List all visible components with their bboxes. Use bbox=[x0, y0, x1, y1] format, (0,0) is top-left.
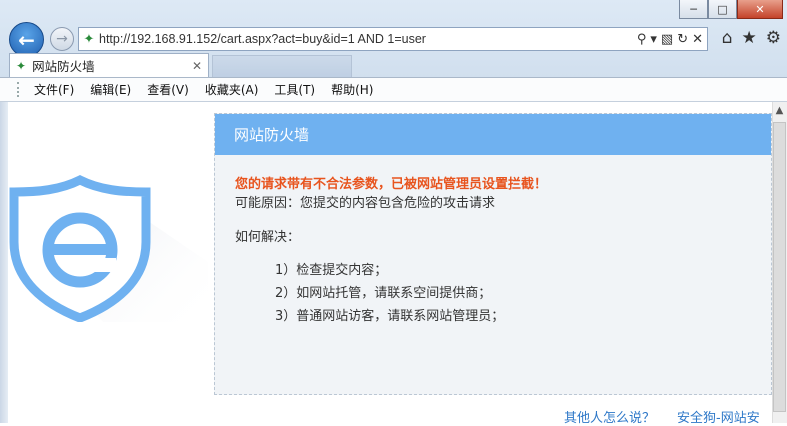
refresh-icon[interactable]: ↻ bbox=[677, 32, 688, 47]
favorites-star-icon[interactable]: ★ bbox=[742, 28, 757, 48]
window-left-border bbox=[0, 102, 8, 423]
how-to-resolve-title: 如何解决： bbox=[235, 230, 301, 245]
menu-help[interactable]: 帮助(H) bbox=[323, 81, 381, 98]
back-button[interactable]: ← bbox=[9, 22, 44, 57]
menu-tools[interactable]: 工具(T) bbox=[266, 81, 323, 98]
solution-list: 1）检查提交内容； 2）如网站托管，请联系空间提供商； 3）普通网站访客，请联系… bbox=[235, 259, 771, 328]
menu-edit[interactable]: 编辑(E) bbox=[82, 81, 139, 98]
maximize-button[interactable]: □ bbox=[708, 0, 737, 19]
menu-view[interactable]: 查看(V) bbox=[139, 81, 197, 98]
tab-strip: ✦ 网站防火墙 ✕ bbox=[0, 53, 787, 77]
menu-grip bbox=[17, 82, 20, 97]
dropdown-arrow-icon[interactable]: ▾ bbox=[650, 32, 657, 47]
others-say-link[interactable]: 其他人怎么说？ bbox=[564, 407, 655, 426]
block-reason: 可能原因：您提交的内容包含危险的攻击请求 bbox=[235, 196, 496, 211]
solution-item: 2）如网站托管，请联系空间提供商； bbox=[275, 286, 492, 301]
menu-favorites[interactable]: 收藏夹(A) bbox=[197, 81, 267, 98]
shield-logo bbox=[8, 172, 208, 323]
compat-view-icon[interactable]: ▧ bbox=[661, 32, 673, 47]
tab-active[interactable]: ✦ 网站防火墙 ✕ bbox=[9, 53, 209, 77]
window-controls: ─ □ ✕ bbox=[679, 0, 783, 20]
shield-e-icon bbox=[9, 174, 208, 323]
solution-item: 3）普通网站访客，请联系网站管理员； bbox=[275, 309, 505, 324]
tab-title: 网站防火墙 bbox=[32, 59, 95, 74]
panel-header: 网站防火墙 bbox=[215, 114, 771, 155]
site-favicon-icon: ✦ bbox=[83, 31, 95, 47]
panel-title: 网站防火墙 bbox=[234, 126, 310, 144]
browser-chrome: ─ □ ✕ ← → ✦ http://192.168.91.152/cart.a… bbox=[0, 0, 787, 102]
address-bar[interactable]: ✦ http://192.168.91.152/cart.aspx?act=bu… bbox=[78, 27, 708, 51]
tab-favicon-icon: ✦ bbox=[16, 58, 27, 73]
stop-icon[interactable]: ✕ bbox=[692, 32, 703, 47]
new-tab-button[interactable] bbox=[212, 55, 352, 77]
right-toolbar: ⌂ ★ ⚙ bbox=[722, 28, 781, 48]
scroll-up-arrow-icon[interactable]: ▲ bbox=[772, 102, 787, 118]
solution-item: 1）检查提交内容； bbox=[275, 263, 388, 278]
forward-button[interactable]: → bbox=[50, 27, 74, 51]
close-tab-icon[interactable]: ✕ bbox=[192, 59, 208, 73]
arrow-right-icon: → bbox=[56, 31, 68, 47]
home-icon[interactable]: ⌂ bbox=[722, 28, 733, 48]
arrow-left-icon: ← bbox=[18, 27, 35, 52]
menu-bar: 文件(F) 编辑(E) 查看(V) 收藏夹(A) 工具(T) 帮助(H) bbox=[0, 77, 787, 102]
footer-links: 其他人怎么说？ 安全狗-网站安 bbox=[564, 407, 760, 426]
blocked-warning: 您的请求带有不合法参数，已被网站管理员设置拦截！ bbox=[235, 177, 548, 192]
settings-gear-icon[interactable]: ⚙ bbox=[766, 28, 781, 48]
safedog-link[interactable]: 安全狗-网站安 bbox=[677, 407, 760, 426]
menu-file[interactable]: 文件(F) bbox=[26, 81, 82, 98]
panel-body: 您的请求带有不合法参数，已被网站管理员设置拦截！ 可能原因：您提交的内容包含危险… bbox=[215, 155, 771, 328]
scroll-thumb[interactable] bbox=[773, 122, 786, 412]
search-icon[interactable]: ⚲ bbox=[637, 32, 647, 47]
url-text[interactable]: http://192.168.91.152/cart.aspx?act=buy&… bbox=[99, 32, 637, 46]
minimize-button[interactable]: ─ bbox=[679, 0, 708, 19]
close-window-button[interactable]: ✕ bbox=[737, 0, 783, 19]
firewall-panel: 网站防火墙 您的请求带有不合法参数，已被网站管理员设置拦截！ 可能原因：您提交的… bbox=[214, 113, 772, 395]
address-tools: ⚲ ▾ ▧ ↻ ✕ bbox=[637, 32, 707, 47]
